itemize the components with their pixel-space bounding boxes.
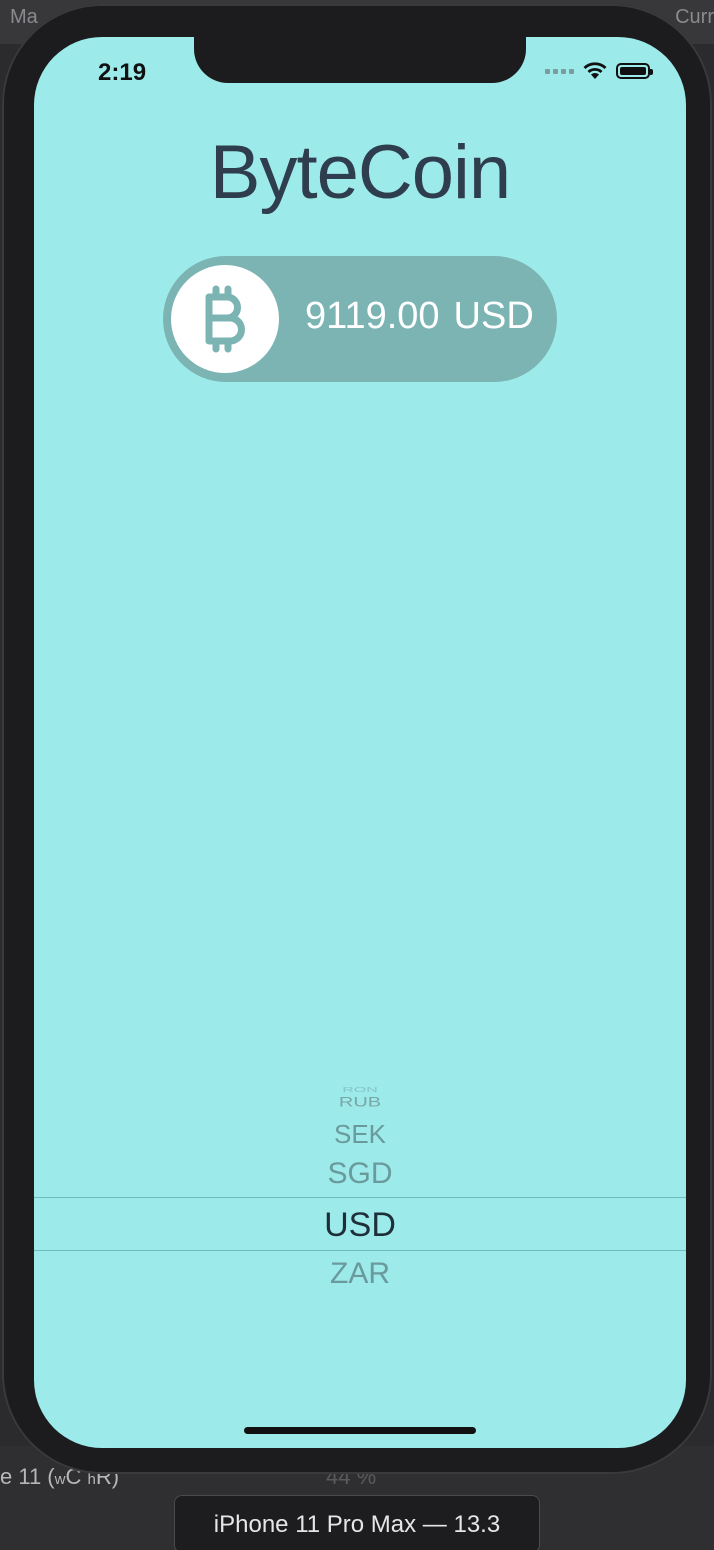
- picker-item[interactable]: ZAR: [34, 1257, 686, 1291]
- currency-picker[interactable]: RON RUB SEK SGD USD ZAR: [34, 1077, 686, 1337]
- rate-display: 9119.00 USD: [163, 256, 557, 382]
- status-time: 2:19: [98, 59, 147, 86]
- battery-icon: [616, 63, 653, 79]
- iphone-frame: 2:19 ByteCoin 9119.00 USD RON RUB SEK SG…: [2, 4, 712, 1474]
- xcode-tab-left[interactable]: Ma: [10, 6, 38, 29]
- wifi-icon: [583, 62, 607, 79]
- rate-currency: USD: [453, 295, 534, 337]
- rate-value: 9119.00: [305, 295, 440, 337]
- app-screen: 2:19 ByteCoin 9119.00 USD RON RUB SEK SG…: [34, 37, 686, 1448]
- simulator-window: Ma Curr e 11 (wC hR) 44 % 2:19 ByteCoin …: [0, 0, 714, 1550]
- device-selector[interactable]: iPhone 11 Pro Max — 13.3: [174, 1495, 540, 1550]
- notch: [194, 37, 526, 83]
- home-indicator[interactable]: [244, 1427, 476, 1434]
- status-icons: [545, 61, 653, 81]
- xcode-tab-right[interactable]: Curr: [675, 6, 714, 29]
- signal-icon: [545, 68, 574, 74]
- picker-item[interactable]: SEK: [34, 1119, 686, 1150]
- picker-item[interactable]: SGD: [34, 1157, 686, 1191]
- bitcoin-icon: [205, 285, 245, 353]
- picker-selected-item[interactable]: USD: [34, 1197, 686, 1251]
- picker-item[interactable]: RUB: [34, 1094, 686, 1110]
- picker-item[interactable]: RON: [34, 1086, 686, 1094]
- rate-text: 9119.00 USD: [305, 295, 534, 338]
- coin-badge: [171, 265, 279, 373]
- app-title: ByteCoin: [209, 130, 511, 215]
